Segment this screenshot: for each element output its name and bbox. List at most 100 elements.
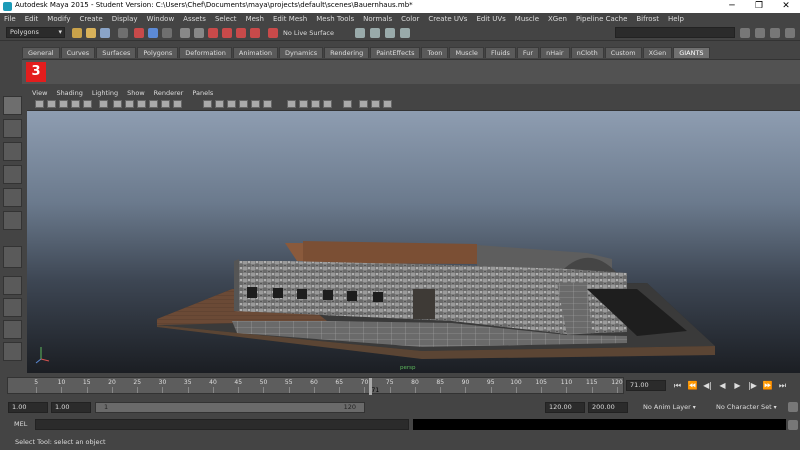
xray-components-icon[interactable] (383, 100, 392, 108)
panel-menu-panels[interactable]: Panels (192, 89, 213, 97)
menu-color[interactable]: Color (401, 15, 419, 23)
shelf-tab-custom[interactable]: Custom (604, 47, 642, 58)
paint-select-tool-icon[interactable] (3, 142, 22, 161)
persp-graph-layout-icon[interactable] (3, 342, 22, 361)
snap-to-view-plane-icon[interactable] (250, 28, 260, 38)
go-to-start-button[interactable]: ⏮ (671, 380, 684, 391)
new-scene-icon[interactable] (72, 28, 82, 38)
shelf-tab-xgen[interactable]: XGen (642, 47, 673, 58)
panel-menu-renderer[interactable]: Renderer (154, 89, 184, 97)
wireframe-icon[interactable] (203, 100, 212, 108)
panel-menu-view[interactable]: View (32, 89, 47, 97)
range-slider[interactable]: 1 120 (95, 402, 365, 413)
motion-blur-icon[interactable] (299, 100, 308, 108)
menu-display[interactable]: Display (112, 15, 138, 23)
2d-pan-zoom-icon[interactable] (83, 100, 92, 108)
camera-attributes-icon[interactable] (47, 100, 56, 108)
menu-assets[interactable]: Assets (183, 15, 206, 23)
screen-space-ao-icon[interactable] (287, 100, 296, 108)
restore-button[interactable]: ❐ (745, 0, 773, 13)
shelf-tab-fluids[interactable]: Fluids (484, 47, 516, 58)
shelf-tab-muscle[interactable]: Muscle (449, 47, 484, 58)
animation-start-field[interactable]: 1.00 (8, 402, 48, 413)
render-view-icon[interactable] (400, 28, 410, 38)
panel-menu-show[interactable]: Show (127, 89, 145, 97)
last-tool-icon[interactable] (3, 246, 22, 268)
use-all-lights-icon[interactable] (251, 100, 260, 108)
smooth-shade-icon[interactable] (215, 100, 224, 108)
menu-edit[interactable]: Edit (25, 15, 39, 23)
safe-action-icon[interactable] (161, 100, 170, 108)
step-back-frame-button[interactable]: ◀| (701, 380, 714, 391)
film-gate-icon[interactable] (113, 100, 122, 108)
shelf-tab-surfaces[interactable]: Surfaces (96, 47, 137, 58)
xray-icon[interactable] (359, 100, 368, 108)
playback-end-field[interactable]: 120.00 (545, 402, 585, 413)
select-camera-icon[interactable] (35, 100, 44, 108)
shelf-tab-polygons[interactable]: Polygons (137, 47, 179, 58)
field-chart-icon[interactable] (149, 100, 158, 108)
menu-edit-mesh[interactable]: Edit Mesh (273, 15, 307, 23)
perspective-viewport[interactable]: persp (27, 111, 800, 373)
anim-layer-dropdown[interactable]: No Anim Layer (643, 403, 696, 411)
play-forwards-button[interactable]: ▶ (731, 380, 744, 391)
bookmarks-icon[interactable] (59, 100, 68, 108)
depth-of-field-icon[interactable] (323, 100, 332, 108)
pick-mask-icon[interactable] (180, 28, 190, 38)
channel-box-icon[interactable] (770, 28, 780, 38)
select-object-icon[interactable] (148, 28, 158, 38)
undo-icon[interactable] (118, 28, 128, 38)
ipr-render-icon[interactable] (385, 28, 395, 38)
persp-outliner-layout-icon[interactable] (3, 320, 22, 339)
step-back-key-button[interactable]: ⏪ (686, 380, 699, 391)
menu-modify[interactable]: Modify (47, 15, 70, 23)
open-scene-icon[interactable] (86, 28, 96, 38)
select-component-icon[interactable] (162, 28, 172, 38)
shelf-tab-fur[interactable]: Fur (516, 47, 540, 58)
close-button[interactable]: ✕ (772, 0, 800, 13)
tool-settings-icon[interactable] (755, 28, 765, 38)
menu-normals[interactable]: Normals (363, 15, 392, 23)
shelf-tab-curves[interactable]: Curves (60, 47, 96, 58)
animation-preferences-icon[interactable] (788, 402, 798, 412)
menu-help[interactable]: Help (668, 15, 684, 23)
rotate-tool-icon[interactable] (3, 188, 22, 207)
render-settings-icon[interactable] (355, 28, 365, 38)
menu-mesh[interactable]: Mesh (246, 15, 264, 23)
menu-edit-uvs[interactable]: Edit UVs (476, 15, 505, 23)
quick-field[interactable] (615, 27, 735, 38)
select-tool-icon[interactable] (3, 96, 22, 115)
attribute-editor-icon[interactable] (740, 28, 750, 38)
shelf-tab-deformation[interactable]: Deformation (179, 47, 232, 58)
playback-start-field[interactable]: 1.00 (51, 402, 91, 413)
shelf-tab-nhair[interactable]: nHair (540, 47, 570, 58)
grid-icon[interactable] (99, 100, 108, 108)
select-hierarchy-icon[interactable] (134, 28, 144, 38)
xray-joints-icon[interactable] (371, 100, 380, 108)
safe-title-icon[interactable] (173, 100, 182, 108)
shelf-tab-animation[interactable]: Animation (232, 47, 279, 58)
shelf-tab-ncloth[interactable]: nCloth (570, 47, 604, 58)
wireframe-on-shaded-icon[interactable] (227, 100, 236, 108)
snap-to-point-icon[interactable] (236, 28, 246, 38)
textured-icon[interactable] (239, 100, 248, 108)
step-forward-frame-button[interactable]: |▶ (746, 380, 759, 391)
render-frame-icon[interactable] (370, 28, 380, 38)
menu-select[interactable]: Select (215, 15, 237, 23)
shelf-tab-rendering[interactable]: Rendering (324, 47, 370, 58)
menu-mesh-tools[interactable]: Mesh Tools (316, 15, 354, 23)
panel-menu-shading[interactable]: Shading (56, 89, 82, 97)
go-to-end-button[interactable]: ⏭ (776, 380, 789, 391)
save-scene-icon[interactable] (100, 28, 110, 38)
panel-menu-lighting[interactable]: Lighting (92, 89, 118, 97)
script-editor-icon[interactable] (788, 420, 798, 430)
layer-editor-icon[interactable] (785, 28, 795, 38)
minimize-button[interactable]: ─ (718, 0, 746, 13)
menu-create-uvs[interactable]: Create UVs (428, 15, 467, 23)
menu-xgen[interactable]: XGen (548, 15, 567, 23)
shelf-tab-toon[interactable]: Toon (421, 47, 449, 58)
shelf-tab-dynamics[interactable]: Dynamics (279, 47, 324, 58)
pick-mask-icon-2[interactable] (194, 28, 204, 38)
scale-tool-icon[interactable] (3, 211, 22, 230)
move-tool-icon[interactable] (3, 165, 22, 184)
